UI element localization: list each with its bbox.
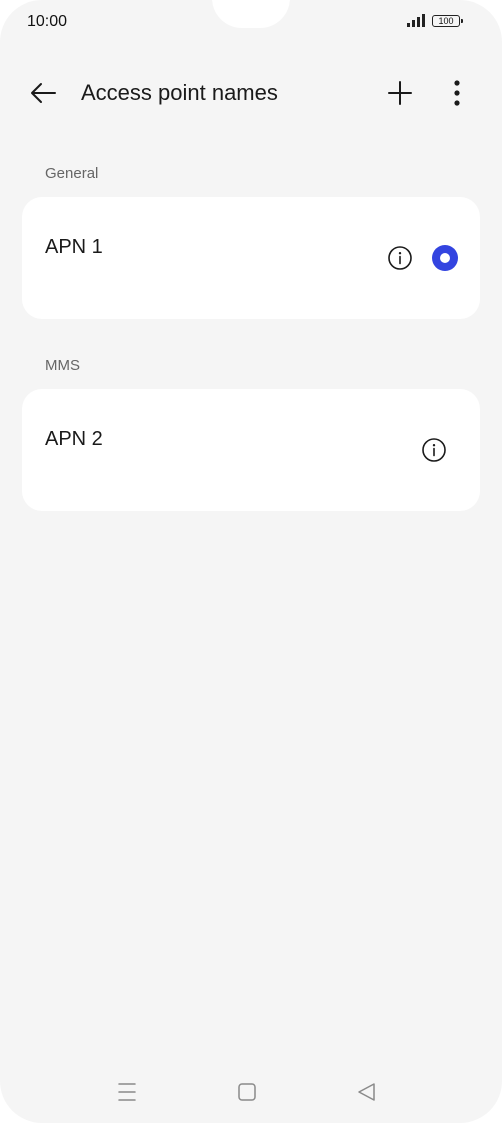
- recent-apps-button[interactable]: [107, 1070, 147, 1114]
- more-options-button[interactable]: [441, 77, 473, 109]
- signal-bars-icon: [406, 14, 428, 28]
- status-bar: 10:00 100: [0, 0, 502, 44]
- home-button[interactable]: [227, 1070, 267, 1114]
- arrow-left-icon: [28, 77, 60, 109]
- more-vert-icon: [441, 77, 473, 109]
- back-button[interactable]: [28, 77, 60, 109]
- add-apn-button[interactable]: [384, 77, 416, 109]
- apn-info-button[interactable]: [420, 436, 448, 464]
- back-triangle-icon: [347, 1070, 387, 1114]
- page-title: Access point names: [81, 80, 278, 105]
- info-icon: [420, 436, 448, 464]
- menu-icon: [107, 1070, 147, 1114]
- apn-list-item[interactable]: APN 1: [22, 197, 480, 319]
- status-time: 10:00: [27, 13, 68, 30]
- radio-dot: [440, 253, 450, 263]
- plus-icon: [384, 77, 416, 109]
- section-label-mms: MMS: [45, 357, 80, 374]
- system-nav-bar: [0, 1070, 502, 1114]
- info-icon: [386, 244, 414, 272]
- section-label-general: General: [45, 165, 99, 182]
- apn-info-button[interactable]: [386, 244, 414, 272]
- battery-icon: 100: [432, 15, 460, 27]
- apn-list-item[interactable]: APN 2: [22, 389, 480, 511]
- apn-name: APN 1: [45, 236, 103, 258]
- apn-radio-selected[interactable]: [432, 245, 458, 271]
- phone-screen: 10:00 100 Access point names General APN…: [0, 0, 502, 1123]
- system-back-button[interactable]: [347, 1070, 387, 1114]
- app-bar: Access point names: [0, 64, 502, 122]
- apn-name: APN 2: [45, 428, 103, 450]
- home-icon: [227, 1070, 267, 1114]
- battery-cap: [461, 19, 463, 23]
